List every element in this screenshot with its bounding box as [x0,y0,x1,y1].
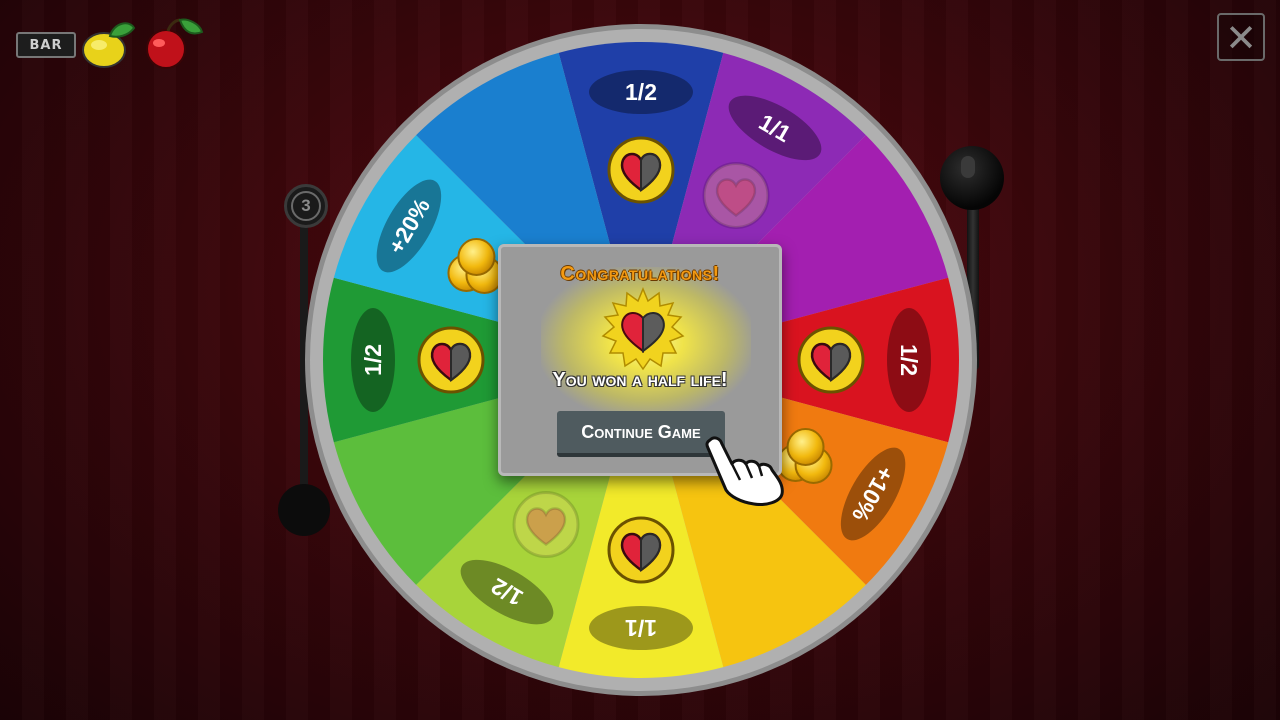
modal-message: You won a half life! [552,369,728,391]
svg-text:1/1: 1/1 [625,615,657,641]
svg-text:1/2: 1/2 [360,344,386,376]
heart-icon [417,326,485,394]
segment-label: 1/2 [351,308,395,412]
segment-label: 1/2 [589,70,693,114]
modal-title: Congratulations! [560,263,720,285]
svg-text:1/2: 1/2 [896,344,922,376]
skull-heart-icon [512,491,580,559]
continue-game-button[interactable]: Continue Game [557,411,725,457]
half-heart-icon [601,287,685,371]
skull-heart-icon [702,161,770,229]
svg-text:1/2: 1/2 [625,79,657,105]
segment-label: 1/2 [887,308,931,412]
segment-label: 1/1 [589,606,693,650]
heart-icon [797,326,865,394]
heart-icon [607,516,675,584]
pointer-hand-icon [705,436,784,506]
heart-icon [607,136,675,204]
